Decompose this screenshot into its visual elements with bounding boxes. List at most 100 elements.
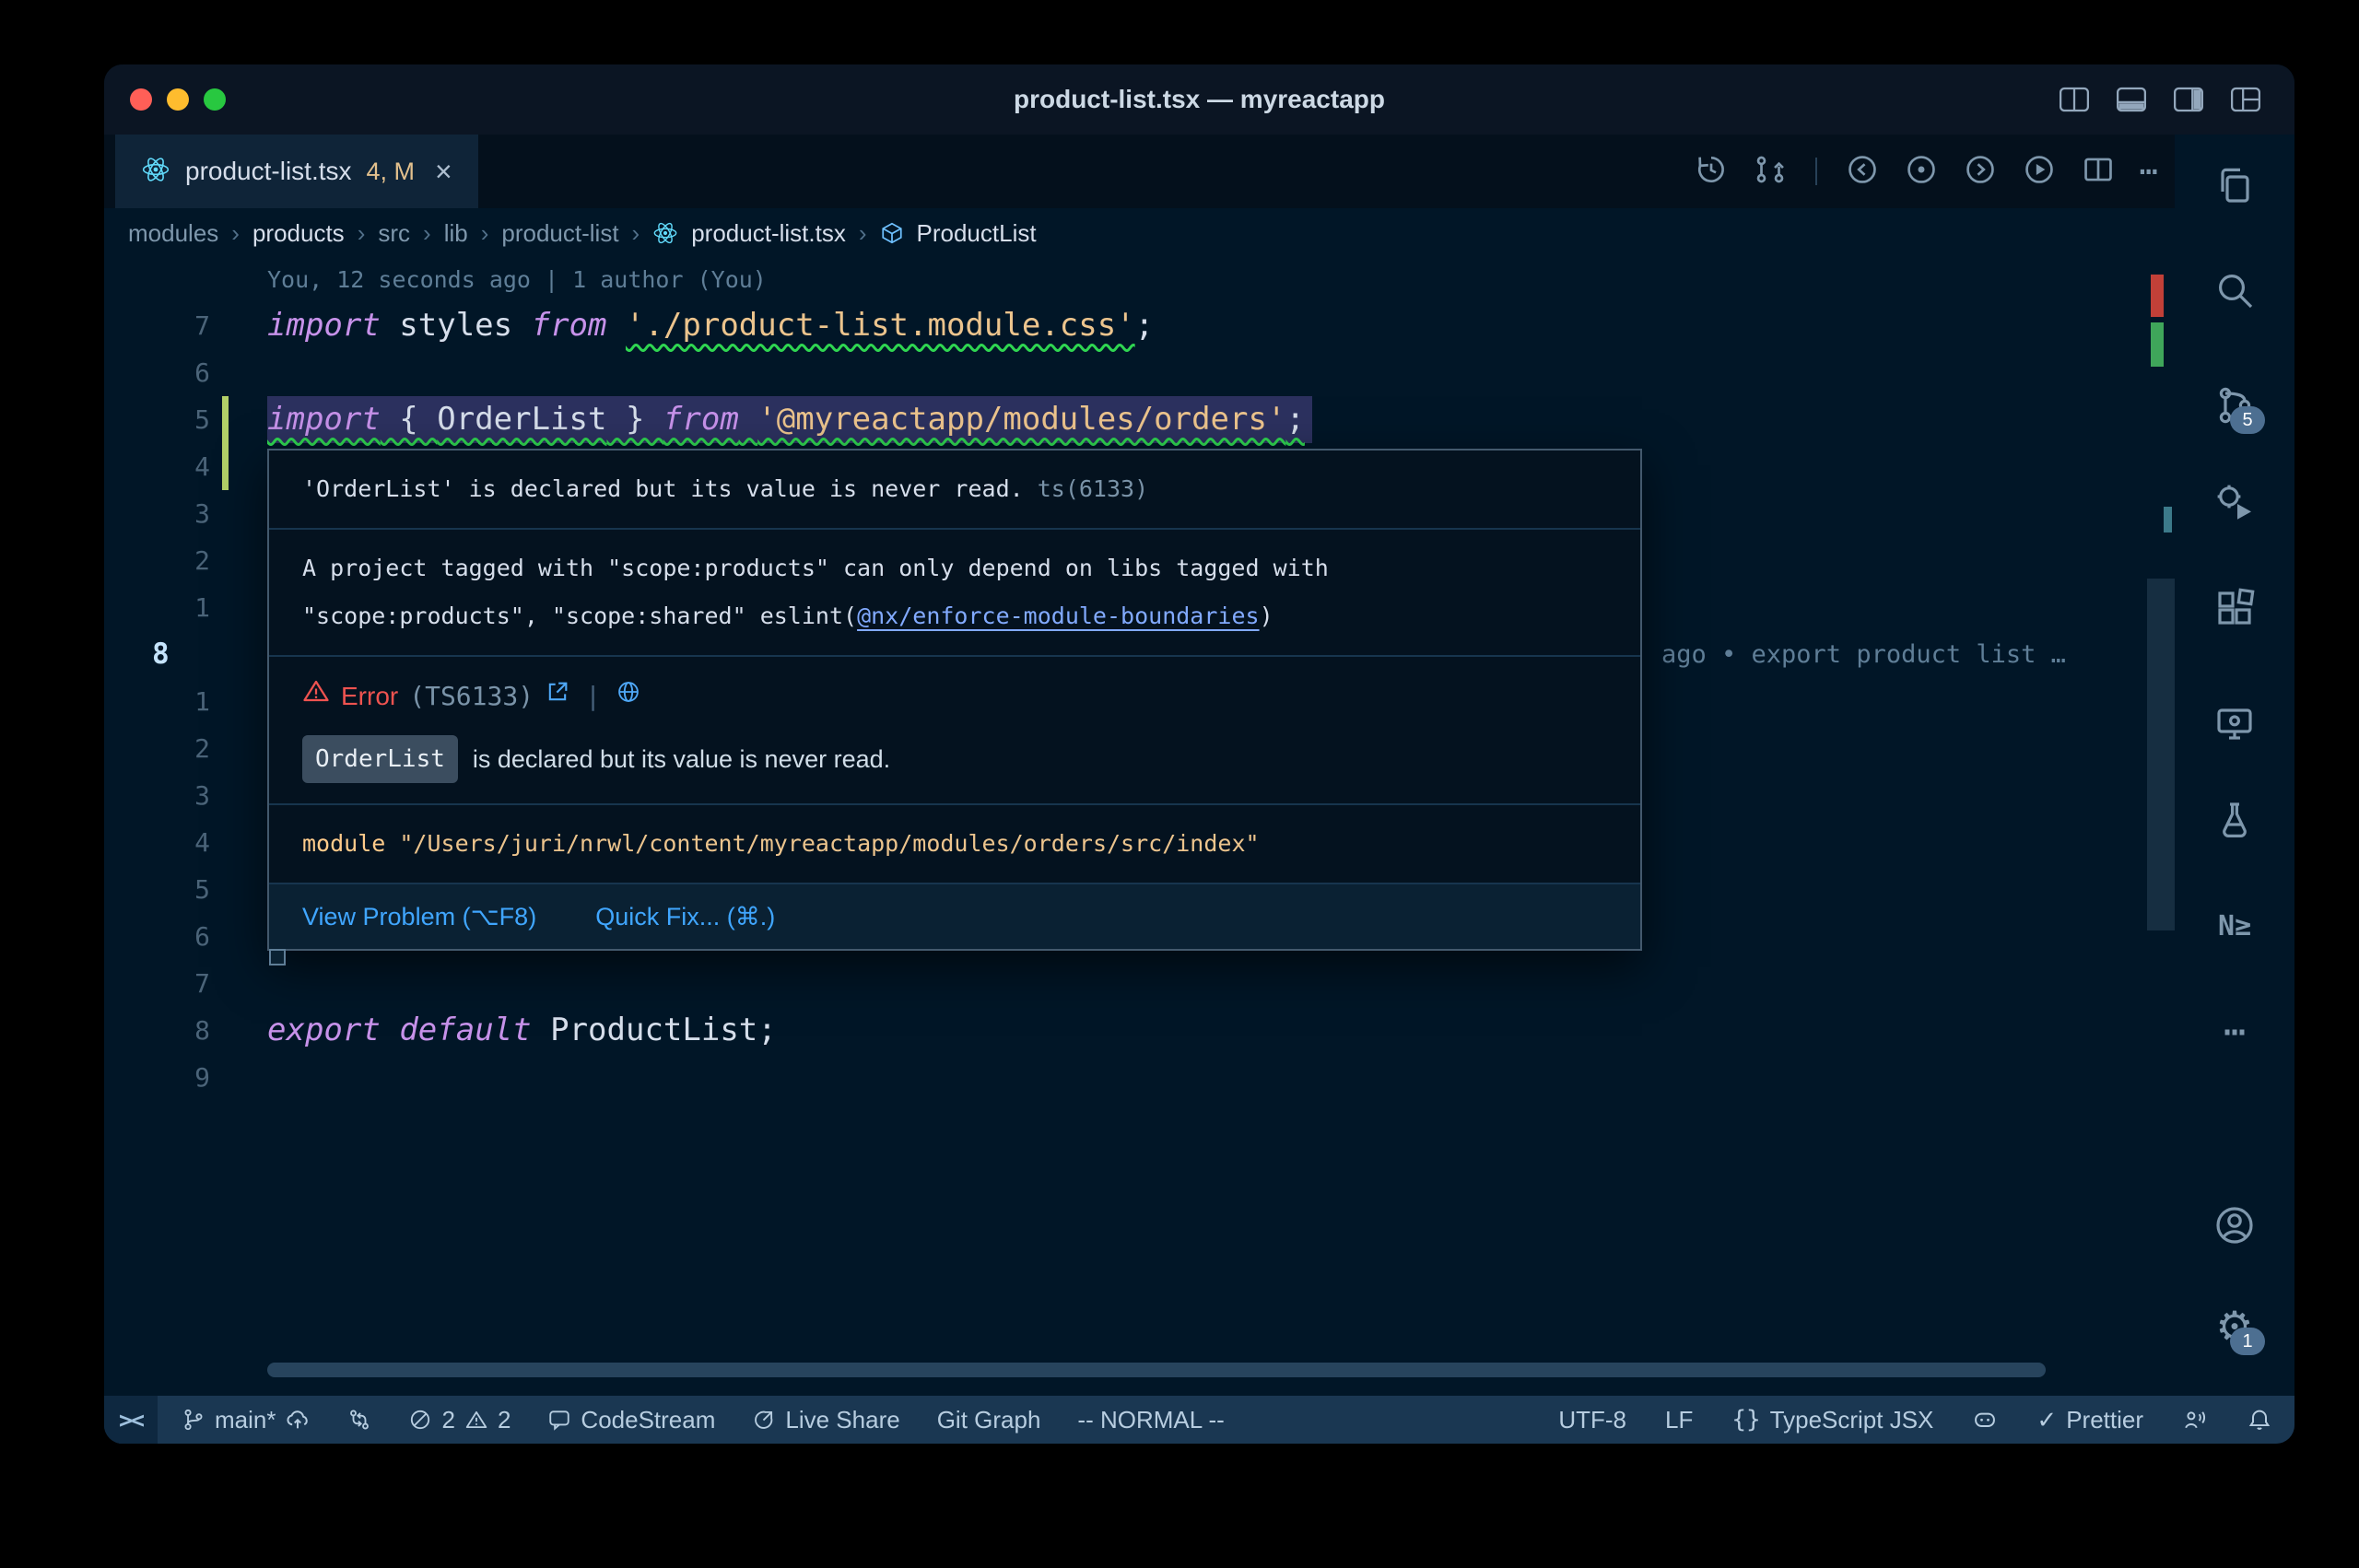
git-graph-label: Git Graph <box>937 1406 1041 1434</box>
hover-resize-grip[interactable] <box>269 949 286 965</box>
git-branch-icon <box>182 1408 205 1432</box>
module-path: "/Users/juri/nrwl/content/myreactapp/mod… <box>399 830 1259 857</box>
hover-symbol-text: is declared but its value is never read. <box>473 739 890 779</box>
search-icon[interactable] <box>2212 267 2258 313</box>
bell-icon[interactable] <box>2247 1407 2272 1433</box>
quick-fix-link[interactable]: Quick Fix... (⌘.) <box>595 899 775 934</box>
view-problem-link[interactable]: View Problem (⌥F8) <box>302 899 536 934</box>
account-icon[interactable] <box>2212 1202 2258 1248</box>
check-icon: ✓ <box>2036 1406 2057 1434</box>
timeline-history-icon[interactable] <box>1694 152 1729 192</box>
overview-ruler[interactable] <box>2147 258 2175 1396</box>
feedback-icon[interactable] <box>2182 1407 2208 1433</box>
git-graph-status-item[interactable]: Git Graph <box>937 1406 1041 1434</box>
breadcrumb-file[interactable]: product-list.tsx <box>691 219 846 248</box>
next-change-icon[interactable] <box>1963 152 1998 192</box>
line-number: 4 <box>104 443 210 490</box>
line-number: 4 <box>104 819 210 866</box>
code-line[interactable]: import { OrderList } from '@myreactapp/m… <box>267 396 1312 443</box>
customize-layout-icon[interactable] <box>2230 86 2261 113</box>
line-number: 6 <box>104 349 210 396</box>
previous-change-icon[interactable] <box>1845 152 1880 192</box>
chevron-right-icon: › <box>481 219 489 248</box>
line-number: 7 <box>104 960 210 1007</box>
tab-close-icon[interactable]: × <box>435 155 452 189</box>
copilot-icon[interactable] <box>1972 1407 1998 1433</box>
source-control-graph-icon[interactable]: 5 <box>2212 382 2258 428</box>
codestream-status-item[interactable]: CodeStream <box>547 1406 715 1434</box>
extensions-icon[interactable] <box>2212 585 2258 631</box>
open-external-icon[interactable] <box>545 678 570 715</box>
settings-gear-icon[interactable]: ⚙ 1 <box>2212 1304 2258 1350</box>
remote-indicator[interactable]: >< <box>104 1396 158 1444</box>
prettier-label: Prettier <box>2066 1406 2143 1434</box>
hover-error-code: (TS6133) <box>409 678 534 715</box>
additional-views-icon[interactable]: ⋯ <box>2212 1009 2258 1055</box>
breadcrumb-item-products[interactable]: products <box>252 219 345 248</box>
close-window-button[interactable] <box>130 88 152 111</box>
language-mode-indicator[interactable]: {} TypeScript JSX <box>1731 1406 1933 1434</box>
hover-ts-section: 'OrderList' is declared but its value is… <box>269 451 1640 528</box>
source-control-badge: 5 <box>2230 406 2265 434</box>
branch-status-item[interactable]: main* <box>182 1406 311 1434</box>
hover-pipe-separator: | <box>585 678 601 715</box>
warning-triangle-icon <box>302 677 330 715</box>
encoding-indicator[interactable]: UTF-8 <box>1558 1406 1626 1434</box>
traffic-lights <box>130 88 226 111</box>
globe-icon[interactable] <box>616 678 641 715</box>
code-line[interactable]: export default ProductList; <box>267 1007 777 1054</box>
prettier-status-item[interactable]: ✓ Prettier <box>2036 1406 2143 1434</box>
chevron-right-icon: › <box>859 219 867 248</box>
eol-indicator[interactable]: LF <box>1665 1406 1693 1434</box>
tab-bar: product-list.tsx 4, M × ⋯ <box>104 135 2175 208</box>
code-editor[interactable]: 76543218123456789 You, 12 seconds ago | … <box>104 258 2175 1396</box>
breadcrumb-item-src[interactable]: src <box>378 219 410 248</box>
breadcrumb-symbol[interactable]: ProductList <box>917 219 1037 248</box>
window-title: product-list.tsx — myreactapp <box>104 85 2294 114</box>
eslint-rule-link[interactable]: @nx/enforce-module-boundaries <box>857 603 1260 629</box>
toggle-secondary-sidebar-icon[interactable] <box>2173 86 2204 113</box>
run-file-icon[interactable] <box>2022 152 2057 192</box>
codestream-label: CodeStream <box>581 1406 715 1434</box>
breadcrumb: modules › products › src › lib › product… <box>104 208 2175 258</box>
problems-status-item[interactable]: 2 2 <box>408 1406 511 1434</box>
hover-eslint-close-paren: ) <box>1260 603 1273 629</box>
breadcrumb-item-lib[interactable]: lib <box>444 219 468 248</box>
more-actions-icon[interactable]: ⋯ <box>2140 153 2158 190</box>
tab-problems-modified-badge: 4, M <box>367 158 416 186</box>
symbol-badge: OrderList <box>302 735 458 783</box>
open-changes-icon[interactable] <box>1904 152 1939 192</box>
explorer-copy-icon[interactable] <box>2212 161 2258 207</box>
horizontal-scrollbar[interactable] <box>267 1363 2046 1377</box>
live-share-status-item[interactable]: Live Share <box>752 1406 899 1434</box>
nx-console-icon[interactable]: N≥ <box>2212 903 2258 949</box>
git-actions-icon[interactable] <box>1753 152 1788 192</box>
gitlens-code-lens[interactable]: You, 12 seconds ago | 1 author (You) <box>267 260 767 300</box>
minimize-window-button[interactable] <box>167 88 189 111</box>
line-number: 8 <box>104 1007 210 1054</box>
editor-actions: ⋯ <box>1694 135 2158 208</box>
zoom-window-button[interactable] <box>204 88 226 111</box>
run-and-debug-icon[interactable] <box>2212 479 2258 525</box>
breadcrumb-item-product-list[interactable]: product-list <box>501 219 618 248</box>
code-line[interactable]: import styles from './product-list.modul… <box>267 302 1154 349</box>
vim-mode-indicator[interactable]: -- NORMAL -- <box>1077 1406 1224 1434</box>
line-number: 1 <box>104 584 210 631</box>
testing-flask-icon[interactable] <box>2212 797 2258 843</box>
git-change-gutter-indicator <box>222 396 229 490</box>
warning-count: 2 <box>498 1406 511 1434</box>
breadcrumb-item-modules[interactable]: modules <box>128 219 218 248</box>
react-icon <box>141 155 170 189</box>
hover-error-label: Error <box>341 678 398 715</box>
tab-product-list[interactable]: product-list.tsx 4, M × <box>115 135 478 208</box>
remote-explorer-icon[interactable] <box>2212 700 2258 746</box>
react-icon <box>652 220 678 246</box>
compare-branches-item[interactable] <box>347 1408 371 1432</box>
split-editor-icon[interactable] <box>2081 152 2116 192</box>
split-editor-layout-icon[interactable] <box>2059 86 2090 113</box>
scrollbar-thumb[interactable] <box>2147 579 2175 930</box>
toggle-panel-icon[interactable] <box>2116 86 2147 113</box>
cloud-upload-icon <box>285 1407 311 1433</box>
chevron-right-icon: › <box>231 219 240 248</box>
status-bar: >< main* 2 2 <box>104 1396 2294 1444</box>
